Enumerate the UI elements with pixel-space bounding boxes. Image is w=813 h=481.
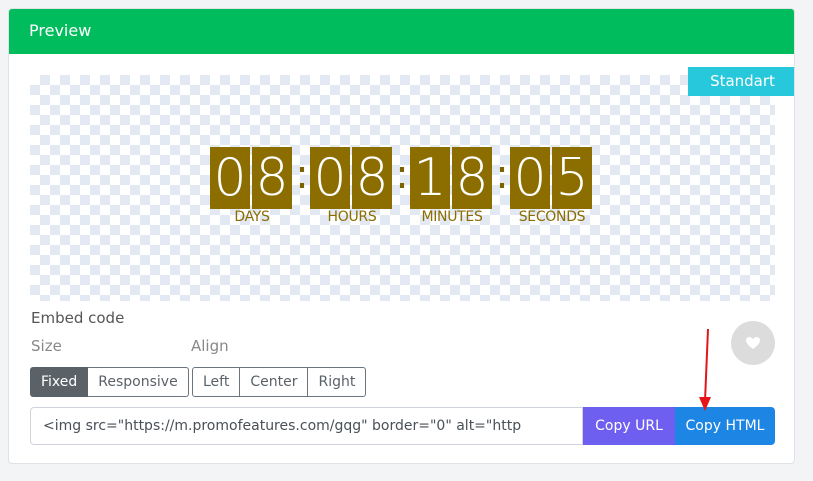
favorite-button[interactable] [731, 321, 775, 365]
countdown-preview: 0 8 DAYS : 0 8 HOURS : 1 8 MINUTES : 0 5… [30, 75, 775, 301]
minutes-digit-1: 1 [410, 147, 450, 209]
minutes-label: MINUTES [421, 209, 483, 225]
hours-label: HOURS [327, 209, 377, 225]
copy-html-button[interactable]: Copy HTML [675, 407, 775, 445]
embed-code-title: Embed code [31, 309, 125, 327]
preview-card: Preview 0 8 DAYS : 0 8 HOURS : 1 8 MINUT… [8, 8, 795, 464]
size-responsive-button[interactable]: Responsive [88, 367, 189, 397]
days-label: DAYS [234, 209, 270, 225]
minutes-digit-2: 8 [452, 147, 492, 209]
align-center-button[interactable]: Center [240, 367, 309, 397]
red-arrow-down-icon [699, 328, 711, 411]
size-toggle-group: Fixed Responsive [30, 367, 189, 397]
style-badge[interactable]: Standart [688, 67, 794, 96]
align-toggle-group: Left Center Right [192, 367, 367, 397]
card-title: Preview [29, 21, 92, 40]
countdown-hours: 0 8 HOURS [310, 147, 394, 237]
embed-code-input[interactable]: <img src="https://m.promofeatures.com/gq… [30, 407, 583, 445]
align-right-button[interactable]: Right [308, 367, 367, 397]
separator: : [295, 152, 309, 198]
size-fixed-button[interactable]: Fixed [30, 367, 89, 397]
seconds-label: SECONDS [518, 209, 586, 225]
hours-digit-2: 8 [352, 147, 392, 209]
countdown-timer: 0 8 DAYS : 0 8 HOURS : 1 8 MINUTES : 0 5… [210, 147, 610, 237]
days-digit-2: 8 [252, 147, 292, 209]
seconds-digit-1: 0 [510, 147, 550, 209]
separator: : [395, 152, 409, 198]
countdown-minutes: 1 8 MINUTES [410, 147, 494, 237]
separator: : [495, 152, 509, 198]
countdown-days: 0 8 DAYS [210, 147, 294, 237]
align-label: Align [191, 337, 229, 355]
days-digit-1: 0 [210, 147, 250, 209]
embed-code-row: <img src="https://m.promofeatures.com/gq… [30, 407, 775, 445]
size-label: Size [31, 337, 62, 355]
seconds-digit-2: 5 [552, 147, 592, 209]
align-left-button[interactable]: Left [192, 367, 241, 397]
hours-digit-1: 0 [310, 147, 350, 209]
heart-icon [746, 337, 760, 349]
countdown-seconds: 0 5 SECONDS [510, 147, 594, 237]
card-header: Preview [9, 9, 794, 54]
copy-url-button[interactable]: Copy URL [583, 407, 675, 445]
